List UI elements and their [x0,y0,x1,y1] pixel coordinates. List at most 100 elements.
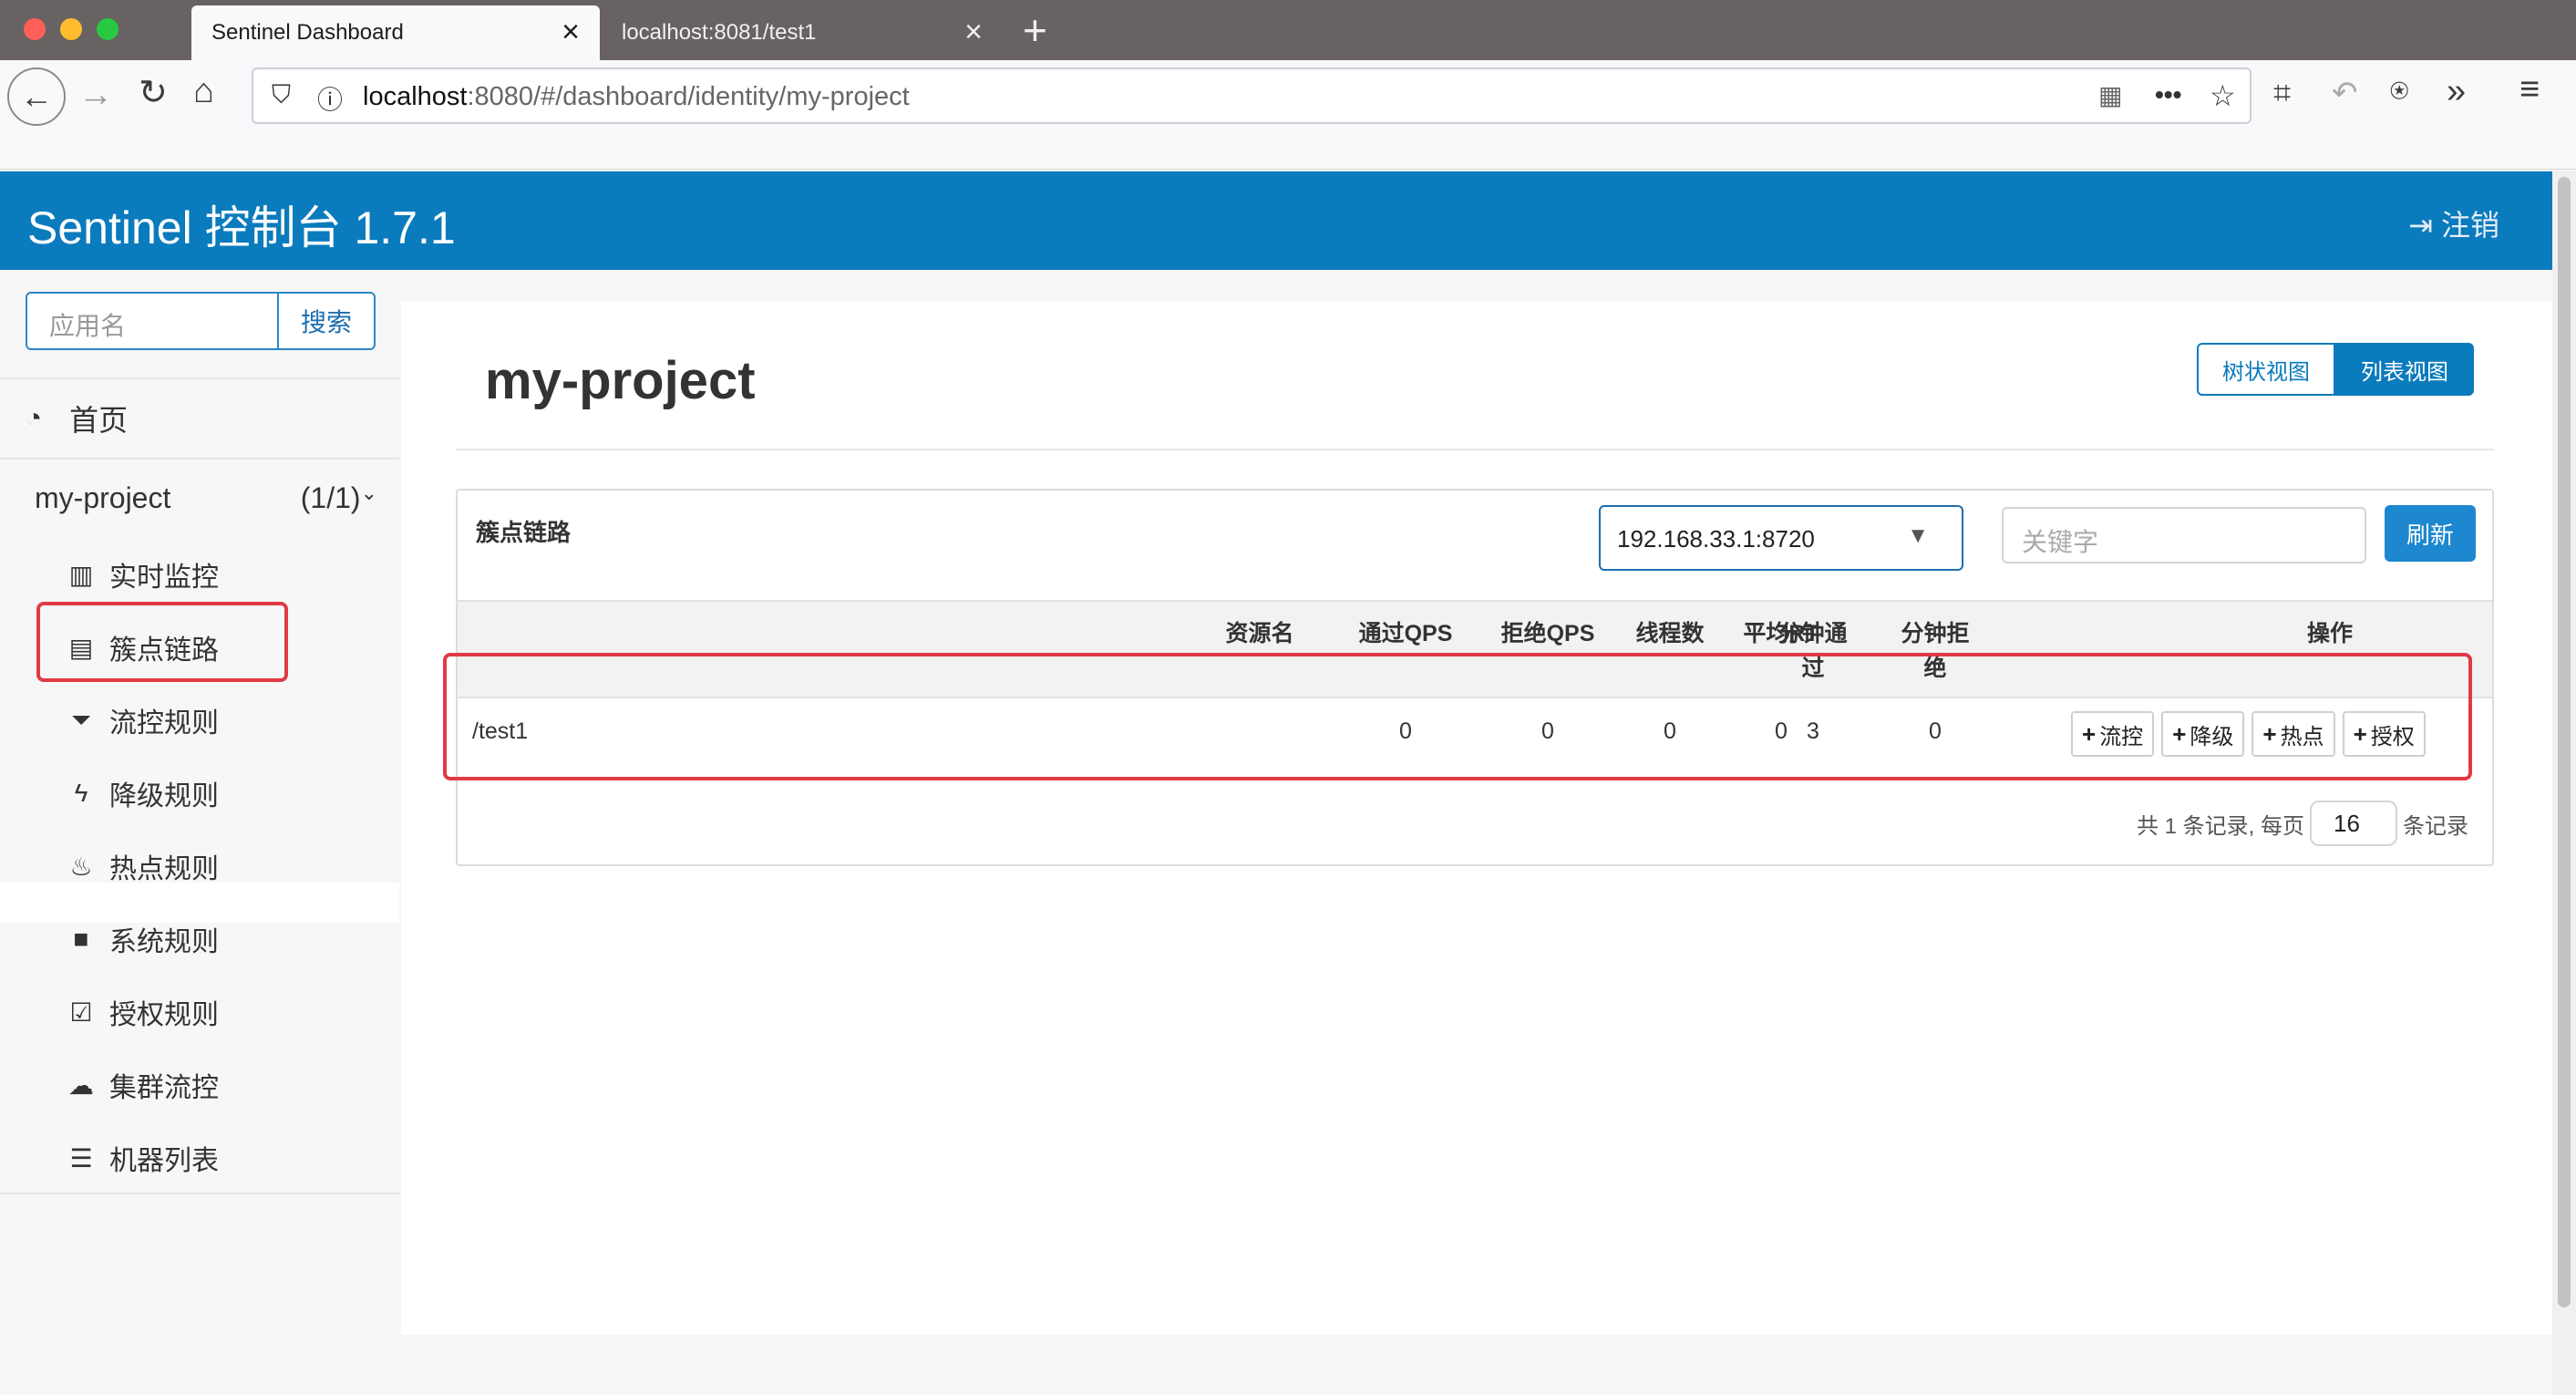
cell-resource: /test1 [472,718,529,744]
sidebar-item-hotspot-rules[interactable]: ♨ 热点规则 [66,846,219,886]
lock-icon: ■ [73,925,89,953]
tab-title: Sentinel Dashboard [211,20,404,45]
col-minute-block: 分钟拒绝 [1901,621,1970,681]
save-page-icon[interactable]: ⍟ [2390,73,2408,109]
col-minute-pass: 分钟通过 [1778,621,1848,681]
add-degrade-rule-button[interactable]: + 降级 [2161,711,2245,757]
divider [0,458,399,460]
plus-icon: + [2082,719,2097,748]
page-scrollbar[interactable] [2552,171,2576,1395]
minimize-window-button[interactable] [60,18,82,40]
browser-titlebar: Sentinel Dashboard × localhost:8081/test… [0,0,2576,60]
table-row: /test1 0 0 0 0 3 0 + 流控 + 降级 + 热点 + 授权 [458,698,2492,773]
new-tab-icon[interactable]: + [1023,7,1047,53]
tab-sentinel-dashboard[interactable]: Sentinel Dashboard × [191,5,600,60]
search-button[interactable]: 搜索 [277,294,374,348]
app-name: my-project [35,481,171,514]
check-icon: ☑ [69,997,93,1027]
close-window-button[interactable] [24,18,46,40]
col-operations: 操作 [2306,621,2353,646]
undo-icon[interactable]: ↶ [2332,75,2358,111]
keyword-input[interactable]: 关键字 [2002,507,2366,563]
tab-localhost-test1[interactable]: localhost:8081/test1 × [602,5,1003,60]
table-header: 资源名 通过QPS 拒绝QPS 线程数 平均RT 分钟通过 分钟拒绝 操作 [458,600,2492,698]
bookmark-star-icon[interactable]: ☆ [2210,78,2236,113]
chevron-down-icon: ⌄ [360,481,377,504]
filter-icon: ⏷ [70,705,92,734]
cell-block-qps: 0 [1541,718,1554,744]
sidebar-item-degrade-rules[interactable]: ϟ 降级规则 [66,773,219,813]
app-search-input[interactable]: 应用名 [49,306,126,343]
plus-icon: + [2353,719,2367,748]
divider [0,377,399,379]
cell-pass-qps: 0 [1399,718,1412,744]
cell-threads: 0 [1664,718,1676,744]
pager-prefix: 共 1 条记录, 每页 [2137,813,2305,839]
app-title: Sentinel 控制台 1.7.1 [27,202,456,253]
bar-chart-icon: ▥ [68,560,94,589]
sign-out-icon: ⇥ [2408,209,2434,242]
back-icon[interactable]: ← [7,67,66,126]
overflow-chevron-icon[interactable]: » [2447,73,2466,109]
sidebar-item-authority-rules[interactable]: ☑ 授权规则 [66,992,219,1032]
logout-link[interactable]: ⇥ 注销 [2408,202,2499,244]
qr-code-icon[interactable]: ▦ [2098,80,2122,110]
sidebar-item-flow-rules[interactable]: ⏷ 流控规则 [66,700,219,740]
pager-suffix: 条记录 [2403,813,2469,839]
refresh-button[interactable]: 刷新 [2385,505,2476,562]
close-icon[interactable]: × [562,16,580,47]
tree-view-button[interactable]: 树状视图 [2197,343,2335,396]
dashboard-icon: ◔ [26,403,43,433]
crop-icon[interactable]: ⌗ [2273,75,2291,111]
reload-icon[interactable]: ↻ [139,75,168,111]
sidebar: 应用名 搜索 ◔ 首页 my-project (1/1)⌄ ▥ 实时监控 ▤ 簇… [0,270,399,1395]
machine-select[interactable]: 192.168.33.1:8720 ▼ [1599,505,1963,571]
divider [456,449,2494,450]
more-actions-icon[interactable]: ••• [2155,80,2181,109]
hover-row-background [0,883,399,923]
add-authority-rule-button[interactable]: + 授权 [2342,711,2426,757]
app-header: Sentinel 控制台 1.7.1 ⇥ 注销 [0,171,2552,270]
shield-icon[interactable]: ⛉ [272,80,291,110]
add-flow-rule-button[interactable]: + 流控 [2071,711,2155,757]
machine-select-value: 192.168.33.1:8720 [1617,525,1815,553]
app-group-header[interactable]: my-project (1/1)⌄ [35,481,377,515]
home-icon[interactable]: ⌂ [193,73,214,109]
plus-icon: + [2262,719,2277,748]
sidebar-item-cluster-link[interactable]: ▤ 簇点链路 [66,627,219,667]
cloud-icon: ☁ [68,1070,94,1100]
list-view-button[interactable]: 列表视图 [2335,343,2474,396]
info-icon[interactable]: ⓘ [317,80,343,117]
forward-icon[interactable]: → [78,77,113,113]
row-actions: + 流控 + 降级 + 热点 + 授权 [2071,711,2433,757]
page-size-input[interactable]: 16 [2310,801,2398,846]
sidebar-item-home[interactable]: ◔ 首页 [26,398,128,439]
sidebar-item-machine-list[interactable]: ☰ 机器列表 [66,1138,219,1178]
scrollbar-thumb[interactable] [2558,177,2571,1307]
flash-icon: ϟ [74,779,88,807]
sidebar-item-cluster-flow[interactable]: ☁ 集群流控 [66,1065,219,1105]
add-hotspot-rule-button[interactable]: + 热点 [2251,711,2335,757]
sidebar-item-system-rules[interactable]: ■ 系统规则 [66,919,219,959]
url-bar[interactable]: ⛉ ⓘ localhost:8080/#/dashboard/identity/… [252,67,2251,124]
pagination: 共 1 条记录, 每页 16 条记录 [2137,801,2468,846]
th-list-icon: ☰ [69,1143,93,1173]
panel-title: 簇点链路 [476,519,572,546]
caret-down-icon: ▼ [1907,523,1929,548]
view-toggle: 树状视图 列表视图 [2197,343,2474,396]
url-text[interactable]: localhost:8080/#/dashboard/identity/my-p… [363,82,910,112]
home-label: 首页 [69,404,129,437]
cell-minute-pass: 3 [1807,718,1819,744]
divider [0,1193,399,1194]
close-icon[interactable]: × [964,16,983,47]
zoom-window-button[interactable] [97,18,118,40]
logout-label: 注销 [2440,209,2499,242]
app-machine-count: (1/1)⌄ [300,481,377,514]
keyword-placeholder: 关键字 [2022,528,2099,556]
main-content: my-project 树状视图 列表视图 簇点链路 192.168.33.1:8… [401,301,2552,1335]
menu-hamburger-icon[interactable]: ≡ [2519,71,2540,108]
sidebar-item-realtime-monitor[interactable]: ▥ 实时监控 [66,554,219,594]
cell-minute-block: 0 [1929,718,1942,744]
page-title: my-project [485,351,756,410]
tab-title: localhost:8081/test1 [622,20,817,45]
